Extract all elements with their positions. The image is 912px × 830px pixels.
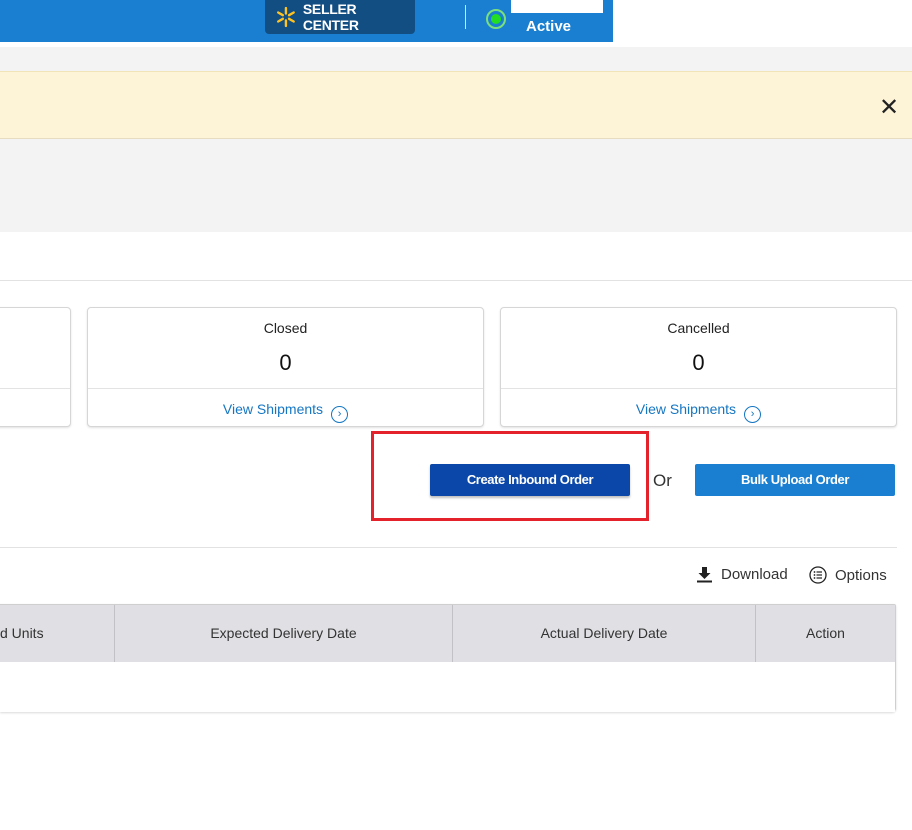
divider — [0, 280, 912, 281]
card-count: 0 — [692, 350, 705, 375]
table-empty-row — [0, 662, 895, 712]
options-list-icon — [809, 566, 827, 584]
header-right-area — [613, 0, 912, 47]
view-shipments-link[interactable]: View Shipments › — [501, 401, 896, 423]
close-icon[interactable]: ✕ — [879, 96, 899, 120]
view-shipments-label: View Shipments — [222, 401, 324, 417]
notice-banner — [0, 71, 912, 139]
or-separator-label: Or — [653, 471, 672, 490]
download-label: Download — [721, 566, 788, 583]
card-title: Cancelled — [667, 320, 730, 336]
walmart-spark-icon — [276, 6, 295, 28]
chevron-right-circle-icon: › — [331, 406, 349, 423]
account-status-label: Active — [526, 18, 572, 35]
download-icon — [697, 567, 712, 583]
seller-center-label: SELLER CENTER — [302, 1, 359, 33]
card-title: Closed — [263, 320, 308, 336]
status-indicator-icon — [486, 9, 506, 29]
header-divider — [465, 5, 466, 29]
column-header-expected-delivery-date[interactable]: Expected Delivery Date — [115, 605, 453, 662]
divider — [0, 547, 897, 548]
column-header-action[interactable]: Action — [756, 605, 895, 662]
card-divider — [501, 388, 896, 389]
bulk-upload-order-button[interactable]: Bulk Upload Order — [695, 464, 895, 496]
download-button[interactable]: Download — [696, 566, 788, 583]
summary-card-closed: Closed 0 View Shipments › — [87, 307, 484, 427]
card-count: 0 — [279, 350, 292, 375]
summary-card-cancelled: Cancelled 0 View Shipments › — [500, 307, 897, 427]
column-header-actual-delivery-date[interactable]: Actual Delivery Date — [453, 605, 756, 662]
chevron-right-circle-icon: › — [744, 406, 762, 423]
top-navigation-bar: SELLER CENTER Active — [0, 0, 613, 42]
summary-card-partial — [0, 307, 71, 427]
create-inbound-order-button[interactable]: Create Inbound Order — [430, 464, 630, 496]
shipments-table: d Units Expected Delivery Date Actual De… — [0, 604, 896, 712]
column-header-units[interactable]: d Units — [0, 605, 115, 662]
view-shipments-link[interactable]: View Shipments › — [88, 401, 483, 423]
card-divider — [88, 388, 483, 389]
options-label: Options — [835, 566, 887, 584]
account-name-redacted — [511, 0, 603, 13]
seller-center-logo[interactable]: SELLER CENTER — [265, 0, 415, 34]
table-header: d Units Expected Delivery Date Actual De… — [0, 605, 895, 662]
options-button[interactable]: Options — [809, 566, 887, 584]
view-shipments-label: View Shipments — [635, 401, 737, 417]
